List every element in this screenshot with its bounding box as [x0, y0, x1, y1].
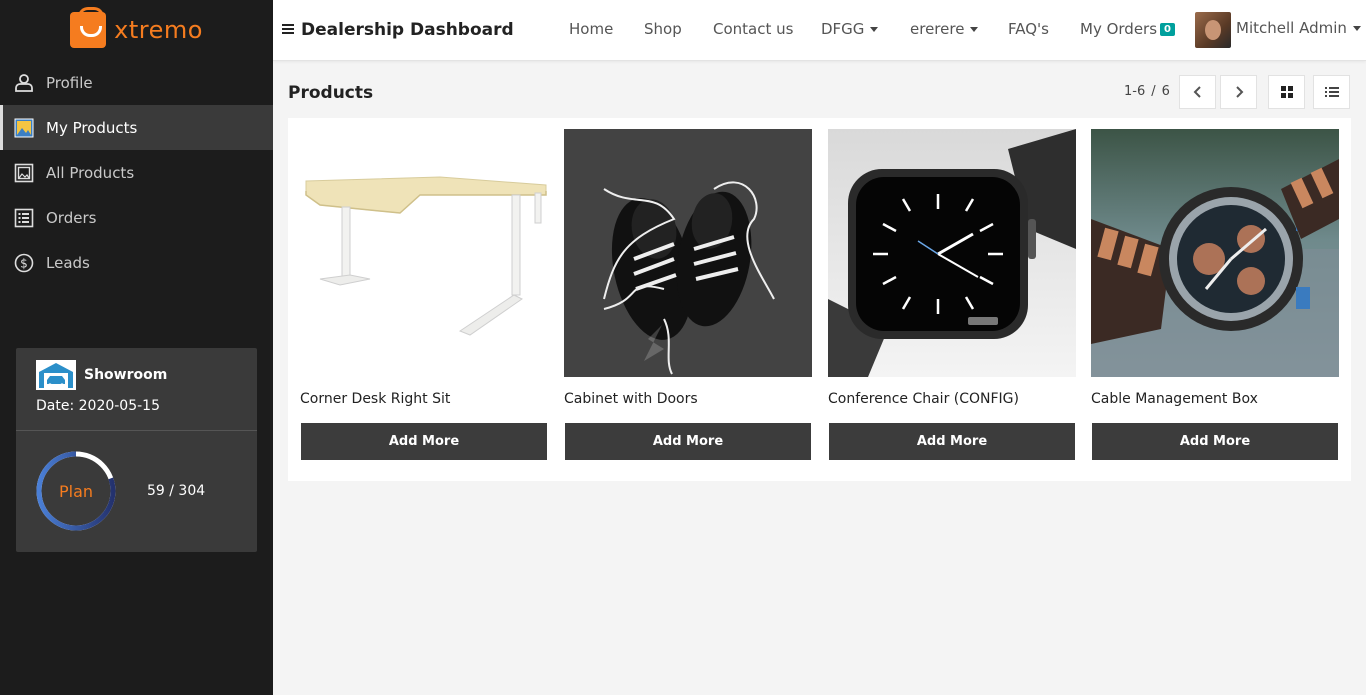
product-image-smartwatch[interactable]	[828, 129, 1076, 377]
sidebar-item-all-products[interactable]: All Products	[0, 150, 273, 195]
image-icon	[14, 118, 34, 138]
orders-count-badge: 0	[1160, 22, 1175, 36]
list-icon	[14, 208, 34, 228]
nav-ererere-dropdown[interactable]: ererere	[910, 20, 979, 38]
sidebar-item-profile[interactable]: Profile	[0, 60, 273, 105]
nav-faq[interactable]: FAQ's	[1008, 20, 1049, 38]
product-name[interactable]: Corner Desk Right Sit	[300, 391, 548, 409]
chevron-right-icon	[1235, 86, 1243, 98]
prev-page-button[interactable]	[1179, 75, 1216, 109]
garage-icon	[36, 360, 76, 390]
caret-down-icon	[1352, 25, 1361, 31]
user-name: Mitchell Admin	[1236, 19, 1347, 37]
sidebar-item-label: Profile	[46, 73, 93, 92]
showroom-date: Date: 2020-05-15	[36, 398, 160, 414]
chevron-left-icon	[1193, 86, 1201, 98]
sidebar-item-leads[interactable]: $ Leads	[0, 240, 273, 285]
user-menu-dropdown[interactable]: Mitchell Admin	[1236, 19, 1361, 37]
dollar-icon: $	[14, 253, 34, 273]
pager-range: 1-6	[1124, 84, 1146, 99]
shopping-bag-logo-icon	[70, 7, 107, 48]
nav-my-orders-label: My Orders	[1080, 20, 1158, 38]
nav-shop[interactable]: Shop	[644, 20, 682, 38]
product-name[interactable]: Cabinet with Doors	[564, 391, 812, 409]
add-more-button[interactable]: Add More	[829, 423, 1075, 460]
nav-dfgg-label: DFGG	[821, 20, 865, 38]
plan-progress-ring: Plan	[36, 451, 116, 531]
nav-dfgg-dropdown[interactable]: DFGG	[821, 20, 879, 38]
product-card: Cable Management Box Add More	[1091, 129, 1339, 460]
plan-label: Plan	[58, 481, 94, 501]
nav-home[interactable]: Home	[569, 20, 613, 38]
product-image-wristwatch[interactable]	[1091, 129, 1339, 377]
user-icon	[14, 73, 34, 93]
caret-down-icon	[870, 26, 879, 32]
product-card: Corner Desk Right Sit Add More	[300, 129, 548, 460]
sidebar-item-label: My Products	[46, 118, 138, 137]
sidebar-item-my-products[interactable]: My Products	[0, 105, 273, 150]
grid-icon	[1280, 86, 1293, 98]
list-view-icon	[1324, 87, 1339, 97]
add-more-button[interactable]: Add More	[565, 423, 811, 460]
main-nav: Home Shop Contact us DFGG ererere FAQ's …	[273, 0, 1366, 61]
svg-text:$: $	[20, 256, 28, 270]
sidebar-item-label: Leads	[46, 253, 90, 272]
product-name[interactable]: Conference Chair (CONFIG)	[828, 391, 1076, 409]
grid-view-button[interactable]	[1268, 75, 1305, 109]
sidebar: xtremo Profile My Products All Products …	[0, 0, 273, 695]
products-grid: Corner Desk Right Sit Add More Cabinet w…	[288, 118, 1351, 481]
product-image-sneakers[interactable]	[564, 129, 812, 377]
product-image-desk[interactable]	[300, 129, 548, 377]
pager-total: 6	[1161, 84, 1170, 99]
add-more-button[interactable]: Add More	[301, 423, 547, 460]
plan-count: 59 / 304	[147, 483, 206, 499]
caret-down-icon	[970, 26, 979, 32]
pager-info: 1-6/6	[1124, 84, 1170, 99]
gallery-icon	[14, 163, 34, 183]
top-navbar: Dealership Dashboard Home Shop Contact u…	[273, 0, 1366, 61]
nav-contact-us[interactable]: Contact us	[713, 20, 793, 38]
product-name[interactable]: Cable Management Box	[1091, 391, 1339, 409]
showroom-title: Showroom	[84, 367, 168, 383]
user-avatar[interactable]	[1195, 12, 1231, 48]
brand-name: xtremo	[114, 16, 203, 44]
add-more-button[interactable]: Add More	[1092, 423, 1338, 460]
showroom-card: Showroom Date: 2020-05-15 Plan 59 / 304	[16, 348, 257, 552]
nav-ererere-label: ererere	[910, 20, 965, 38]
next-page-button[interactable]	[1220, 75, 1257, 109]
sidebar-item-label: Orders	[46, 208, 97, 227]
product-card: Cabinet with Doors Add More	[564, 129, 812, 460]
sidebar-item-orders[interactable]: Orders	[0, 195, 273, 240]
nav-my-orders[interactable]: My Orders 0	[1080, 20, 1175, 38]
brand[interactable]: xtremo	[0, 0, 273, 60]
product-card: Conference Chair (CONFIG) Add More	[828, 129, 1076, 460]
sidebar-item-label: All Products	[46, 163, 135, 182]
sidebar-menu: Profile My Products All Products Orders …	[0, 60, 273, 285]
products-heading: Products	[288, 83, 374, 103]
list-view-button[interactable]	[1313, 75, 1350, 109]
